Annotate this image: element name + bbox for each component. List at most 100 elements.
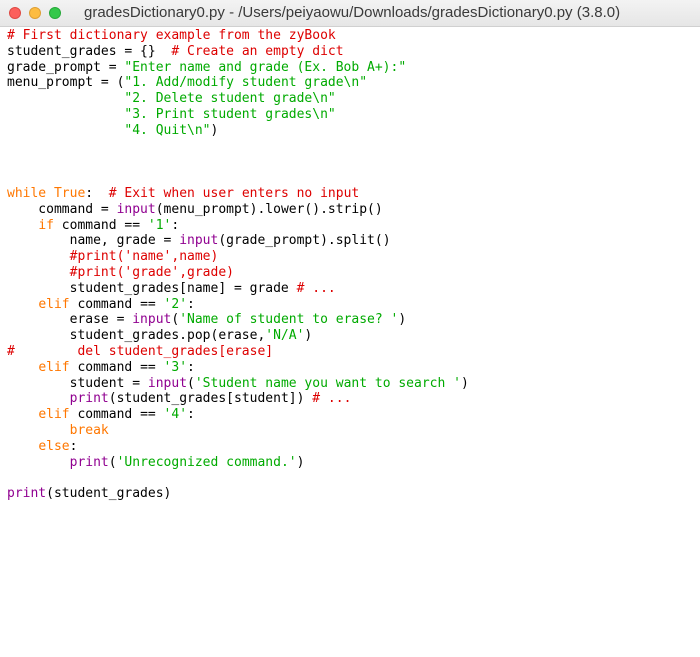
- code-token: student_grades.pop(erase,: [7, 328, 266, 344]
- code-token: break: [69, 422, 109, 438]
- code-token: name, grade =: [7, 233, 180, 249]
- code-token: :: [187, 359, 195, 375]
- code-token: print: [69, 454, 109, 470]
- code-token: :: [69, 438, 78, 454]
- code-token: (student_grades[student]): [108, 391, 313, 407]
- code-token: elif: [38, 407, 70, 423]
- code-line: menu_prompt = ("1. Add/modify student gr…: [7, 75, 700, 91]
- code-token: (student_grades): [46, 486, 172, 502]
- code-token: "1. Add/modify student grade\n": [124, 75, 368, 91]
- code-line: print(student_grades[student]) # ...: [7, 391, 700, 407]
- code-token: 'Name of student to erase? ': [179, 312, 399, 328]
- code-line: "3. Print student grades\n": [7, 107, 700, 123]
- title-bar: gradesDictionary0.py - /Users/peiyaowu/D…: [0, 0, 700, 27]
- code-line: "4. Quit\n"): [7, 123, 700, 139]
- code-token: #print('grade',grade): [69, 264, 234, 280]
- code-token: ): [296, 454, 305, 470]
- code-token: '1': [147, 217, 172, 233]
- code-token: command =: [7, 201, 117, 217]
- code-token: (: [108, 454, 117, 470]
- code-token: menu_prompt = (: [7, 75, 125, 91]
- code-token: (grade_prompt).split(): [218, 233, 391, 249]
- code-token: ): [460, 375, 469, 391]
- code-line: # del student_grades[erase]: [7, 344, 700, 360]
- close-window-button[interactable]: [9, 7, 21, 19]
- code-line: elif command == '3':: [7, 360, 700, 376]
- window-title: gradesDictionary0.py - /Users/peiyaowu/D…: [84, 4, 621, 21]
- code-token: '3': [163, 359, 188, 375]
- code-token: # Exit when user enters no input: [108, 185, 360, 201]
- code-token: # ...: [296, 280, 336, 296]
- code-line: command = input(menu_prompt).lower().str…: [7, 202, 700, 218]
- code-token: :: [85, 185, 109, 201]
- code-line: while True: # Exit when user enters no i…: [7, 186, 700, 202]
- code-token: '2': [163, 296, 188, 312]
- code-token: 'Student name you want to search ': [194, 375, 461, 391]
- code-line: print('Unrecognized command.'): [7, 455, 700, 471]
- code-line: if command == '1':: [7, 218, 700, 234]
- code-line: grade_prompt = "Enter name and grade (Ex…: [7, 60, 700, 76]
- code-token: #print('name',name): [69, 249, 219, 265]
- code-token: elif: [38, 359, 70, 375]
- code-line: elif command == '2':: [7, 297, 700, 313]
- code-token: (: [187, 375, 195, 391]
- code-token: :: [171, 217, 180, 233]
- code-token: input: [116, 201, 156, 217]
- code-token: "3. Print student grades\n": [124, 106, 336, 122]
- code-token: elif: [38, 296, 70, 312]
- code-token: command ==: [69, 359, 164, 375]
- code-line: student = input('Student name you want t…: [7, 376, 700, 392]
- code-token: print: [7, 486, 47, 502]
- code-token: :: [187, 296, 195, 312]
- code-token: student =: [7, 375, 148, 391]
- code-token: command ==: [53, 217, 148, 233]
- code-line: #print('name',name): [7, 249, 700, 265]
- code-token: 'N/A': [265, 328, 305, 344]
- code-line: "2. Delete student grade\n": [7, 91, 700, 107]
- code-token: # First dictionary example from the zyBo…: [7, 28, 336, 43]
- code-line: student_grades[name] = grade # ...: [7, 281, 700, 297]
- code-token: # Create an empty dict: [171, 43, 344, 59]
- code-token: :: [187, 407, 195, 423]
- code-token: command ==: [69, 407, 164, 423]
- code-token: "4. Quit\n": [124, 122, 211, 138]
- code-token: '4': [163, 407, 188, 423]
- code-token: grade_prompt =: [7, 59, 125, 75]
- code-token: ): [210, 122, 219, 138]
- code-token: if: [38, 217, 54, 233]
- code-token: ): [398, 312, 407, 328]
- code-token: ): [304, 328, 313, 344]
- code-token: True: [53, 185, 86, 201]
- code-token: command ==: [69, 296, 164, 312]
- code-token: while: [7, 185, 47, 201]
- code-token: erase =: [7, 312, 133, 328]
- code-line: erase = input('Name of student to erase?…: [7, 312, 700, 328]
- code-line: student_grades.pop(erase,'N/A'): [7, 328, 700, 344]
- code-token: # del student_grades[erase]: [7, 343, 274, 359]
- code-token: # ...: [312, 391, 352, 407]
- code-token: (menu_prompt).lower().strip(): [155, 201, 383, 217]
- minimize-window-button[interactable]: [29, 7, 41, 19]
- code-line: # First dictionary example from the zyBo…: [7, 28, 700, 44]
- code-line: print(student_grades): [7, 486, 700, 502]
- code-token: student_grades[name] = grade: [7, 280, 297, 296]
- maximize-window-button[interactable]: [49, 7, 61, 19]
- code-token: input: [132, 312, 172, 328]
- code-editor[interactable]: # First dictionary example from the zyBo…: [7, 28, 700, 657]
- code-line: #print('grade',grade): [7, 265, 700, 281]
